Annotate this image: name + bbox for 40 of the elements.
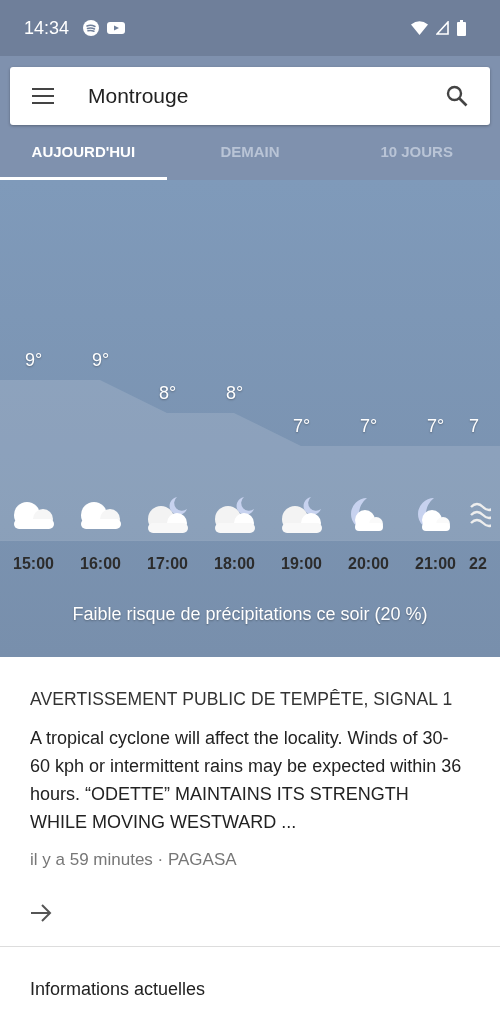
video-app-icon — [107, 21, 126, 35]
section-title: Informations actuelles — [29, 978, 207, 1001]
hour-time: 16:00 — [80, 554, 121, 573]
alert-source: il y a 59 minutes · PAGASA — [30, 850, 238, 870]
fog-icon — [469, 501, 491, 529]
hour-temperature: 7° — [292, 416, 311, 436]
alert-body: A tropical cyclone will affect the locality. Winds of 30-60 kph or intermittent rains may be expected within 36 hours. “ODETTE” MAINTAINS ITS STRENGTH WHILE MOVING WESTWARD ... — [30, 727, 462, 834]
signal-icon — [436, 21, 449, 35]
hour-temperature: 7° — [359, 416, 378, 436]
hour-temperature: 8° — [158, 383, 177, 403]
arrow-right-icon[interactable] — [30, 904, 52, 922]
hour-temperature: 7 — [469, 416, 479, 436]
hour-time: 22 — [469, 554, 487, 573]
menu-icon[interactable] — [32, 88, 54, 104]
search-bar[interactable]: Montrouge — [10, 67, 490, 125]
hour-time: 15:00 — [13, 554, 54, 573]
cloud-icon — [12, 501, 55, 529]
wifi-icon — [411, 21, 428, 35]
status-time: 14:34 — [24, 17, 70, 39]
battery-icon — [457, 20, 466, 36]
music-app-icon — [83, 20, 100, 36]
hour-time: 20:00 — [348, 554, 389, 573]
hour-temperature: 9° — [91, 350, 110, 370]
hour-temperature: 7° — [426, 416, 445, 436]
tab[interactable]: 10 JOURS — [333, 125, 500, 180]
hour-temperature: 9° — [24, 350, 43, 370]
search-location[interactable]: Montrouge — [88, 84, 412, 108]
hour-time: 17:00 — [147, 554, 188, 573]
alert-title: AVERTISSEMENT PUBLIC DE TEMPÊTE, SIGNAL 1 — [30, 689, 454, 710]
hour-time: 21:00 — [415, 554, 456, 573]
cloud-moon-icon — [213, 497, 256, 533]
cloud-icon — [79, 501, 122, 529]
precipitation-note: Faible risque de précipitations ce soir (20 %) — [71, 604, 429, 625]
search-icon[interactable] — [446, 85, 468, 107]
hour-temperature: 8° — [225, 383, 244, 403]
cloud-moon-icon — [280, 497, 323, 533]
hour-time: 18:00 — [214, 554, 255, 573]
hour-time: 19:00 — [281, 554, 322, 573]
cloud-moon-icon — [146, 497, 189, 533]
tab[interactable]: DEMAIN — [166, 125, 334, 180]
